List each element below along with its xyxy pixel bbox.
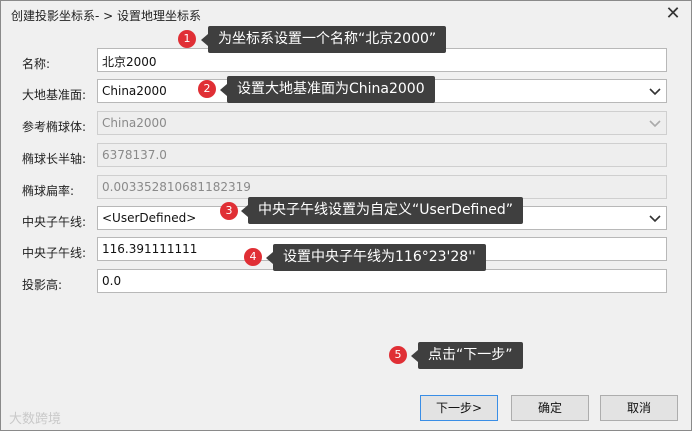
callout-1-text: 为坐标系设置一个名称“北京2000” (218, 31, 437, 47)
ok-button[interactable]: 确定 (511, 395, 589, 421)
meridian-value-label: 中央子午线: (22, 246, 87, 260)
callout-2-text: 设置大地基准面为China2000 (237, 81, 425, 97)
step-badge-5: 5 (389, 346, 407, 364)
projection-height-label: 投影高: (22, 278, 63, 292)
callout-5-text: 点击“下一步” (428, 347, 513, 363)
flattening-label: 椭球扁率: (22, 184, 75, 198)
datum-select-value: China2000 (102, 84, 167, 98)
ellipsoid-select: China2000 (97, 111, 667, 135)
cancel-button[interactable]: 取消 (600, 395, 678, 421)
next-button[interactable]: 下一步> (420, 395, 498, 421)
step-badge-3: 3 (220, 202, 238, 220)
callout-2: 设置大地基准面为China2000 (220, 76, 435, 103)
step-badge-4: 4 (244, 248, 262, 266)
callout-5: 点击“下一步” (411, 342, 523, 369)
dialog-title: 创建投影坐标系- > 设置地理坐标系 (11, 9, 202, 23)
callout-1: 为坐标系设置一个名称“北京2000” (201, 26, 447, 53)
flattening-input: 0.003352810681182319 (97, 175, 667, 199)
name-label: 名称: (22, 57, 51, 71)
close-icon[interactable]: ✕ (661, 3, 685, 25)
step-badge-1: 1 (178, 30, 196, 48)
create-projection-dialog: 创建投影坐标系- > 设置地理坐标系 ✕ 名称: 北京2000 大地基准面: C… (0, 0, 692, 431)
callout-4-text: 设置中央子午线为116°23'28'' (283, 249, 476, 265)
step-badge-2: 2 (198, 80, 216, 98)
callout-3-text: 中央子午线设置为自定义“UserDefined” (258, 202, 514, 218)
meridian-select-label: 中央子午线: (22, 215, 87, 229)
chevron-down-icon (649, 120, 661, 128)
callout-3: 中央子午线设置为自定义“UserDefined” (241, 197, 524, 224)
meridian-select-value: <UserDefined> (102, 211, 197, 225)
ellipsoid-label: 参考椭球体: (22, 120, 87, 134)
projection-height-input[interactable]: 0.0 (97, 269, 667, 293)
watermark: 大数跨境 (9, 412, 62, 427)
chevron-down-icon (649, 215, 661, 223)
chevron-down-icon (649, 88, 661, 96)
callout-4: 设置中央子午线为116°23'28'' (266, 244, 486, 271)
semi-major-input: 6378137.0 (97, 143, 667, 167)
semi-major-label: 椭球长半轴: (22, 152, 87, 166)
ellipsoid-select-value: China2000 (102, 116, 167, 130)
datum-label: 大地基准面: (22, 88, 87, 102)
